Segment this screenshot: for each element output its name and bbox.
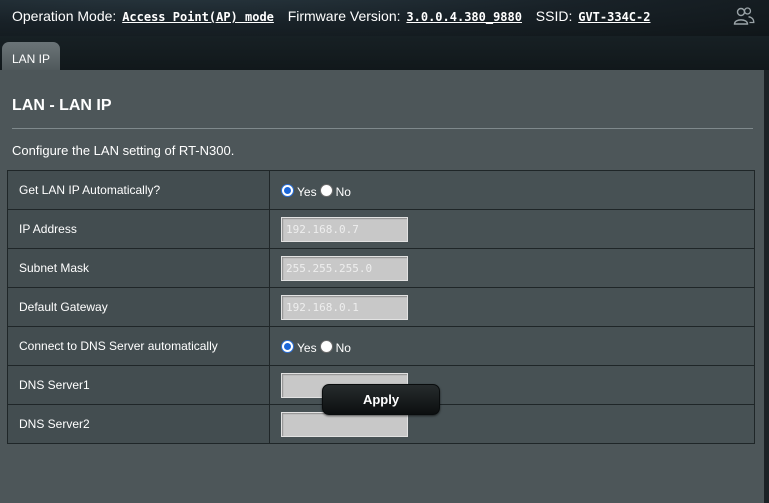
- table-row: Default Gateway 192.168.0.1: [7, 287, 755, 327]
- status-info: Operation Mode: Access Point(AP) mode Fi…: [12, 8, 650, 24]
- dns-auto-no-label[interactable]: No: [336, 341, 351, 355]
- dns-auto-no-radio[interactable]: [319, 339, 333, 353]
- table-row: Connect to DNS Server automatically Yes …: [7, 326, 755, 366]
- dns-server2-label: DNS Server2: [7, 404, 270, 444]
- tab-lan-ip[interactable]: LAN IP: [2, 42, 60, 73]
- page-description: Configure the LAN setting of RT-N300.: [12, 143, 235, 158]
- get-lan-ip-auto-no-label[interactable]: No: [336, 185, 351, 199]
- dns-server1-label: DNS Server1: [7, 365, 270, 405]
- get-lan-ip-auto-yes-label[interactable]: Yes: [297, 185, 317, 199]
- subnet-mask-label: Subnet Mask: [7, 248, 270, 288]
- get-lan-ip-auto-label: Get LAN IP Automatically?: [7, 170, 270, 210]
- default-gateway-input[interactable]: 192.168.0.1: [281, 294, 408, 320]
- users-icon[interactable]: [733, 6, 755, 26]
- firmware-label: Firmware Version:: [287, 8, 401, 24]
- get-lan-ip-auto-no-radio[interactable]: [319, 183, 333, 197]
- ip-address-input[interactable]: 192.168.0.7: [281, 216, 408, 242]
- default-gateway-label: Default Gateway: [7, 287, 270, 327]
- top-status-bar: Operation Mode: Access Point(AP) mode Fi…: [0, 0, 769, 36]
- firmware-link[interactable]: 3.0.0.4.380_9880: [406, 10, 522, 24]
- apply-button[interactable]: Apply: [322, 384, 440, 415]
- dns-auto-yes-label[interactable]: Yes: [297, 341, 317, 355]
- get-lan-ip-auto-yes-radio[interactable]: [281, 183, 294, 197]
- lan-ip-panel: LAN - LAN IP Configure the LAN setting o…: [0, 70, 764, 503]
- operation-mode-link[interactable]: Access Point(AP) mode: [122, 10, 274, 24]
- tab-strip: [0, 36, 769, 70]
- dns-auto-yes-radio[interactable]: [281, 339, 294, 353]
- ssid-label: SSID:: [535, 8, 573, 24]
- table-row: Get LAN IP Automatically? Yes No: [7, 170, 755, 210]
- ip-address-label: IP Address: [7, 209, 270, 249]
- page-title: LAN - LAN IP: [12, 97, 112, 114]
- dns-auto-label: Connect to DNS Server automatically: [7, 326, 270, 366]
- table-row: Subnet Mask 255.255.255.0: [7, 248, 755, 288]
- table-row: IP Address 192.168.0.7: [7, 209, 755, 249]
- ssid-link[interactable]: GVT-334C-2: [578, 10, 650, 24]
- operation-mode-label: Operation Mode:: [12, 8, 117, 24]
- get-lan-ip-auto-radio-group: Yes No: [281, 182, 754, 199]
- dns-auto-radio-group: Yes No: [281, 338, 754, 355]
- dns-server2-input[interactable]: [281, 411, 408, 437]
- title-divider: [12, 128, 753, 129]
- subnet-mask-input[interactable]: 255.255.255.0: [281, 255, 408, 281]
